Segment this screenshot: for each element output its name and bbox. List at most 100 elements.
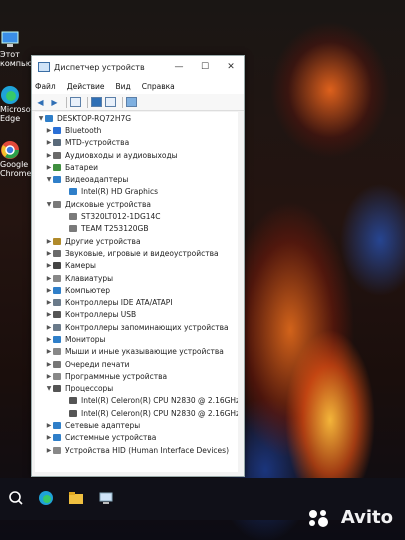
tree-category[interactable]: ▶ Сетевые адаптеры	[35, 419, 238, 431]
tree-item-label: Клавиатуры	[65, 273, 114, 283]
computer-icon	[45, 114, 53, 122]
tree-root[interactable]: ▼ DESKTOP-RQ72H7G	[35, 112, 238, 124]
tree-category[interactable]: ▶ Программные устройства	[35, 370, 238, 382]
tree-category[interactable]: ▶ Контроллеры запоминающих устройства	[35, 321, 238, 333]
expand-arrow-icon[interactable]: ▶	[45, 434, 53, 441]
tree-item-label: Аудиовходы и аудиовыходы	[65, 150, 178, 160]
tree-item-label: Процессоры	[65, 384, 114, 394]
expand-arrow-icon[interactable]: ▶	[45, 336, 53, 343]
tree-item-label: ST320LT012-1DG14C	[81, 212, 161, 222]
desktop-icon-edge[interactable]: Microsoft Edge	[0, 85, 36, 123]
tree-category[interactable]: ▶ Bluetooth	[35, 124, 238, 136]
scan-icon[interactable]	[105, 97, 116, 107]
menu-view[interactable]: Вид	[115, 82, 130, 91]
tree-item-label: Intel(R) Celeron(R) CPU N2830 @ 2.16GHz	[81, 408, 238, 418]
menu-action[interactable]: Действие	[67, 82, 105, 91]
menu-file[interactable]: Файл	[35, 82, 56, 91]
tree-item-label: Программные устройства	[65, 371, 168, 381]
cpu-icon	[69, 409, 77, 417]
device-manager-icon[interactable]	[98, 490, 114, 506]
chrome-icon	[1, 141, 19, 159]
tree-category[interactable]: ▶ Аудиовходы и аудиовыходы	[35, 149, 238, 161]
battery-icon	[53, 163, 61, 171]
back-icon[interactable]: ◀	[35, 97, 46, 107]
expand-arrow-icon[interactable]: ▶	[45, 311, 53, 318]
tree-device[interactable]: Intel(R) Celeron(R) CPU N2830 @ 2.16GHz	[35, 395, 238, 407]
expand-arrow-icon[interactable]: ▶	[45, 152, 53, 159]
tree-category[interactable]: ▼ Видеоадаптеры	[35, 173, 238, 185]
desktop-icon-this-pc[interactable]: Этот компьютер	[0, 30, 47, 68]
storage-icon	[53, 323, 61, 331]
keyboard-icon	[53, 274, 61, 282]
tree-category[interactable]: ▶ Клавиатуры	[35, 272, 238, 284]
tree-item-label: Контроллеры IDE ATA/ATAPI	[65, 298, 173, 308]
monitor-icon[interactable]	[126, 97, 137, 107]
tree-category[interactable]: ▶ Другие устройства	[35, 235, 238, 247]
tree-device[interactable]: Intel(R) HD Graphics	[35, 186, 238, 198]
toolbar-separator	[66, 96, 67, 108]
toolbar: ◀ ▶	[32, 94, 244, 111]
expand-arrow-icon[interactable]: ▶	[45, 447, 53, 454]
tree-category[interactable]: ▶ MTD-устройства	[35, 137, 238, 149]
help-icon[interactable]	[91, 97, 102, 107]
tree-device[interactable]: ST320LT012-1DG14C	[35, 210, 238, 222]
tree-item-label: Очереди печати	[65, 359, 130, 369]
tree-category[interactable]: ▶ Батареи	[35, 161, 238, 173]
expand-arrow-icon[interactable]: ▶	[45, 250, 53, 257]
this-pc-icon	[1, 31, 19, 47]
expand-arrow-icon[interactable]: ▶	[45, 324, 53, 331]
network-icon	[53, 422, 61, 430]
desktop-icon-chrome[interactable]: Google Chrome	[0, 140, 32, 178]
tree-device[interactable]: Intel(R) Celeron(R) CPU N2830 @ 2.16GHz	[35, 407, 238, 419]
desktop-icon-label: Google Chrome	[0, 160, 32, 178]
tree-category[interactable]: ▶ Очереди печати	[35, 358, 238, 370]
expand-arrow-icon[interactable]: ▶	[45, 422, 53, 429]
tree-category[interactable]: ▼ Дисковые устройства	[35, 198, 238, 210]
sound-icon	[53, 249, 61, 257]
tree-category[interactable]: ▶ Мыши и иные указывающие устройства	[35, 346, 238, 358]
tree-category[interactable]: ▶ Контроллеры IDE ATA/ATAPI	[35, 296, 238, 308]
expand-arrow-icon[interactable]: ▶	[45, 164, 53, 171]
expand-arrow-icon[interactable]: ▶	[45, 361, 53, 368]
minimize-button[interactable]: —	[166, 62, 192, 72]
tree-category[interactable]: ▶ Камеры	[35, 260, 238, 272]
forward-icon[interactable]: ▶	[49, 97, 60, 107]
title-bar[interactable]: Диспетчер устройств — ☐ ✕	[32, 56, 244, 78]
expand-arrow-icon[interactable]: ▶	[45, 348, 53, 355]
ide-icon	[53, 299, 61, 307]
collapse-arrow-icon[interactable]: ▼	[45, 176, 53, 183]
expand-arrow-icon[interactable]: ▶	[45, 275, 53, 282]
tree-item-label: Контроллеры USB	[65, 310, 137, 320]
expand-arrow-icon[interactable]: ▶	[45, 127, 53, 134]
expand-arrow-icon[interactable]: ▶	[45, 139, 53, 146]
maximize-button[interactable]: ☐	[192, 62, 218, 72]
tree-device[interactable]: TEAM T253120GB	[35, 223, 238, 235]
collapse-arrow-icon[interactable]: ▼	[45, 201, 53, 208]
system-device-icon	[53, 434, 61, 442]
menu-help[interactable]: Справка	[142, 82, 175, 91]
tree-item-label: Компьютер	[65, 285, 110, 295]
avito-watermark: Avito	[307, 507, 393, 528]
close-button[interactable]: ✕	[218, 62, 244, 72]
tree-category[interactable]: ▶ Системные устройства	[35, 432, 238, 444]
search-icon[interactable]	[8, 490, 24, 506]
tree-category[interactable]: ▶ Контроллеры USB	[35, 309, 238, 321]
expand-arrow-icon[interactable]: ▶	[45, 299, 53, 306]
tree-category[interactable]: ▶ Компьютер	[35, 284, 238, 296]
expand-arrow-icon[interactable]: ▶	[45, 287, 53, 294]
tree-category[interactable]: ▶ Устройства HID (Human Interface Devices…	[35, 444, 238, 456]
collapse-arrow-icon[interactable]: ▼	[45, 385, 53, 392]
window-title: Диспетчер устройств	[54, 62, 145, 72]
tree-category[interactable]: ▶ Звуковые, игровые и видеоустройства	[35, 247, 238, 259]
audio-icon	[53, 151, 61, 159]
menu-bar: Файл Действие Вид Справка	[32, 78, 244, 94]
expand-arrow-icon[interactable]: ▶	[45, 262, 53, 269]
file-explorer-icon[interactable]	[68, 490, 84, 506]
expand-arrow-icon[interactable]: ▶	[45, 238, 53, 245]
tree-category[interactable]: ▶ Мониторы	[35, 333, 238, 345]
properties-icon[interactable]	[70, 97, 81, 107]
edge-icon[interactable]	[38, 490, 54, 506]
tree-category[interactable]: ▼ Процессоры	[35, 383, 238, 395]
collapse-arrow-icon[interactable]: ▼	[37, 115, 45, 122]
expand-arrow-icon[interactable]: ▶	[45, 373, 53, 380]
